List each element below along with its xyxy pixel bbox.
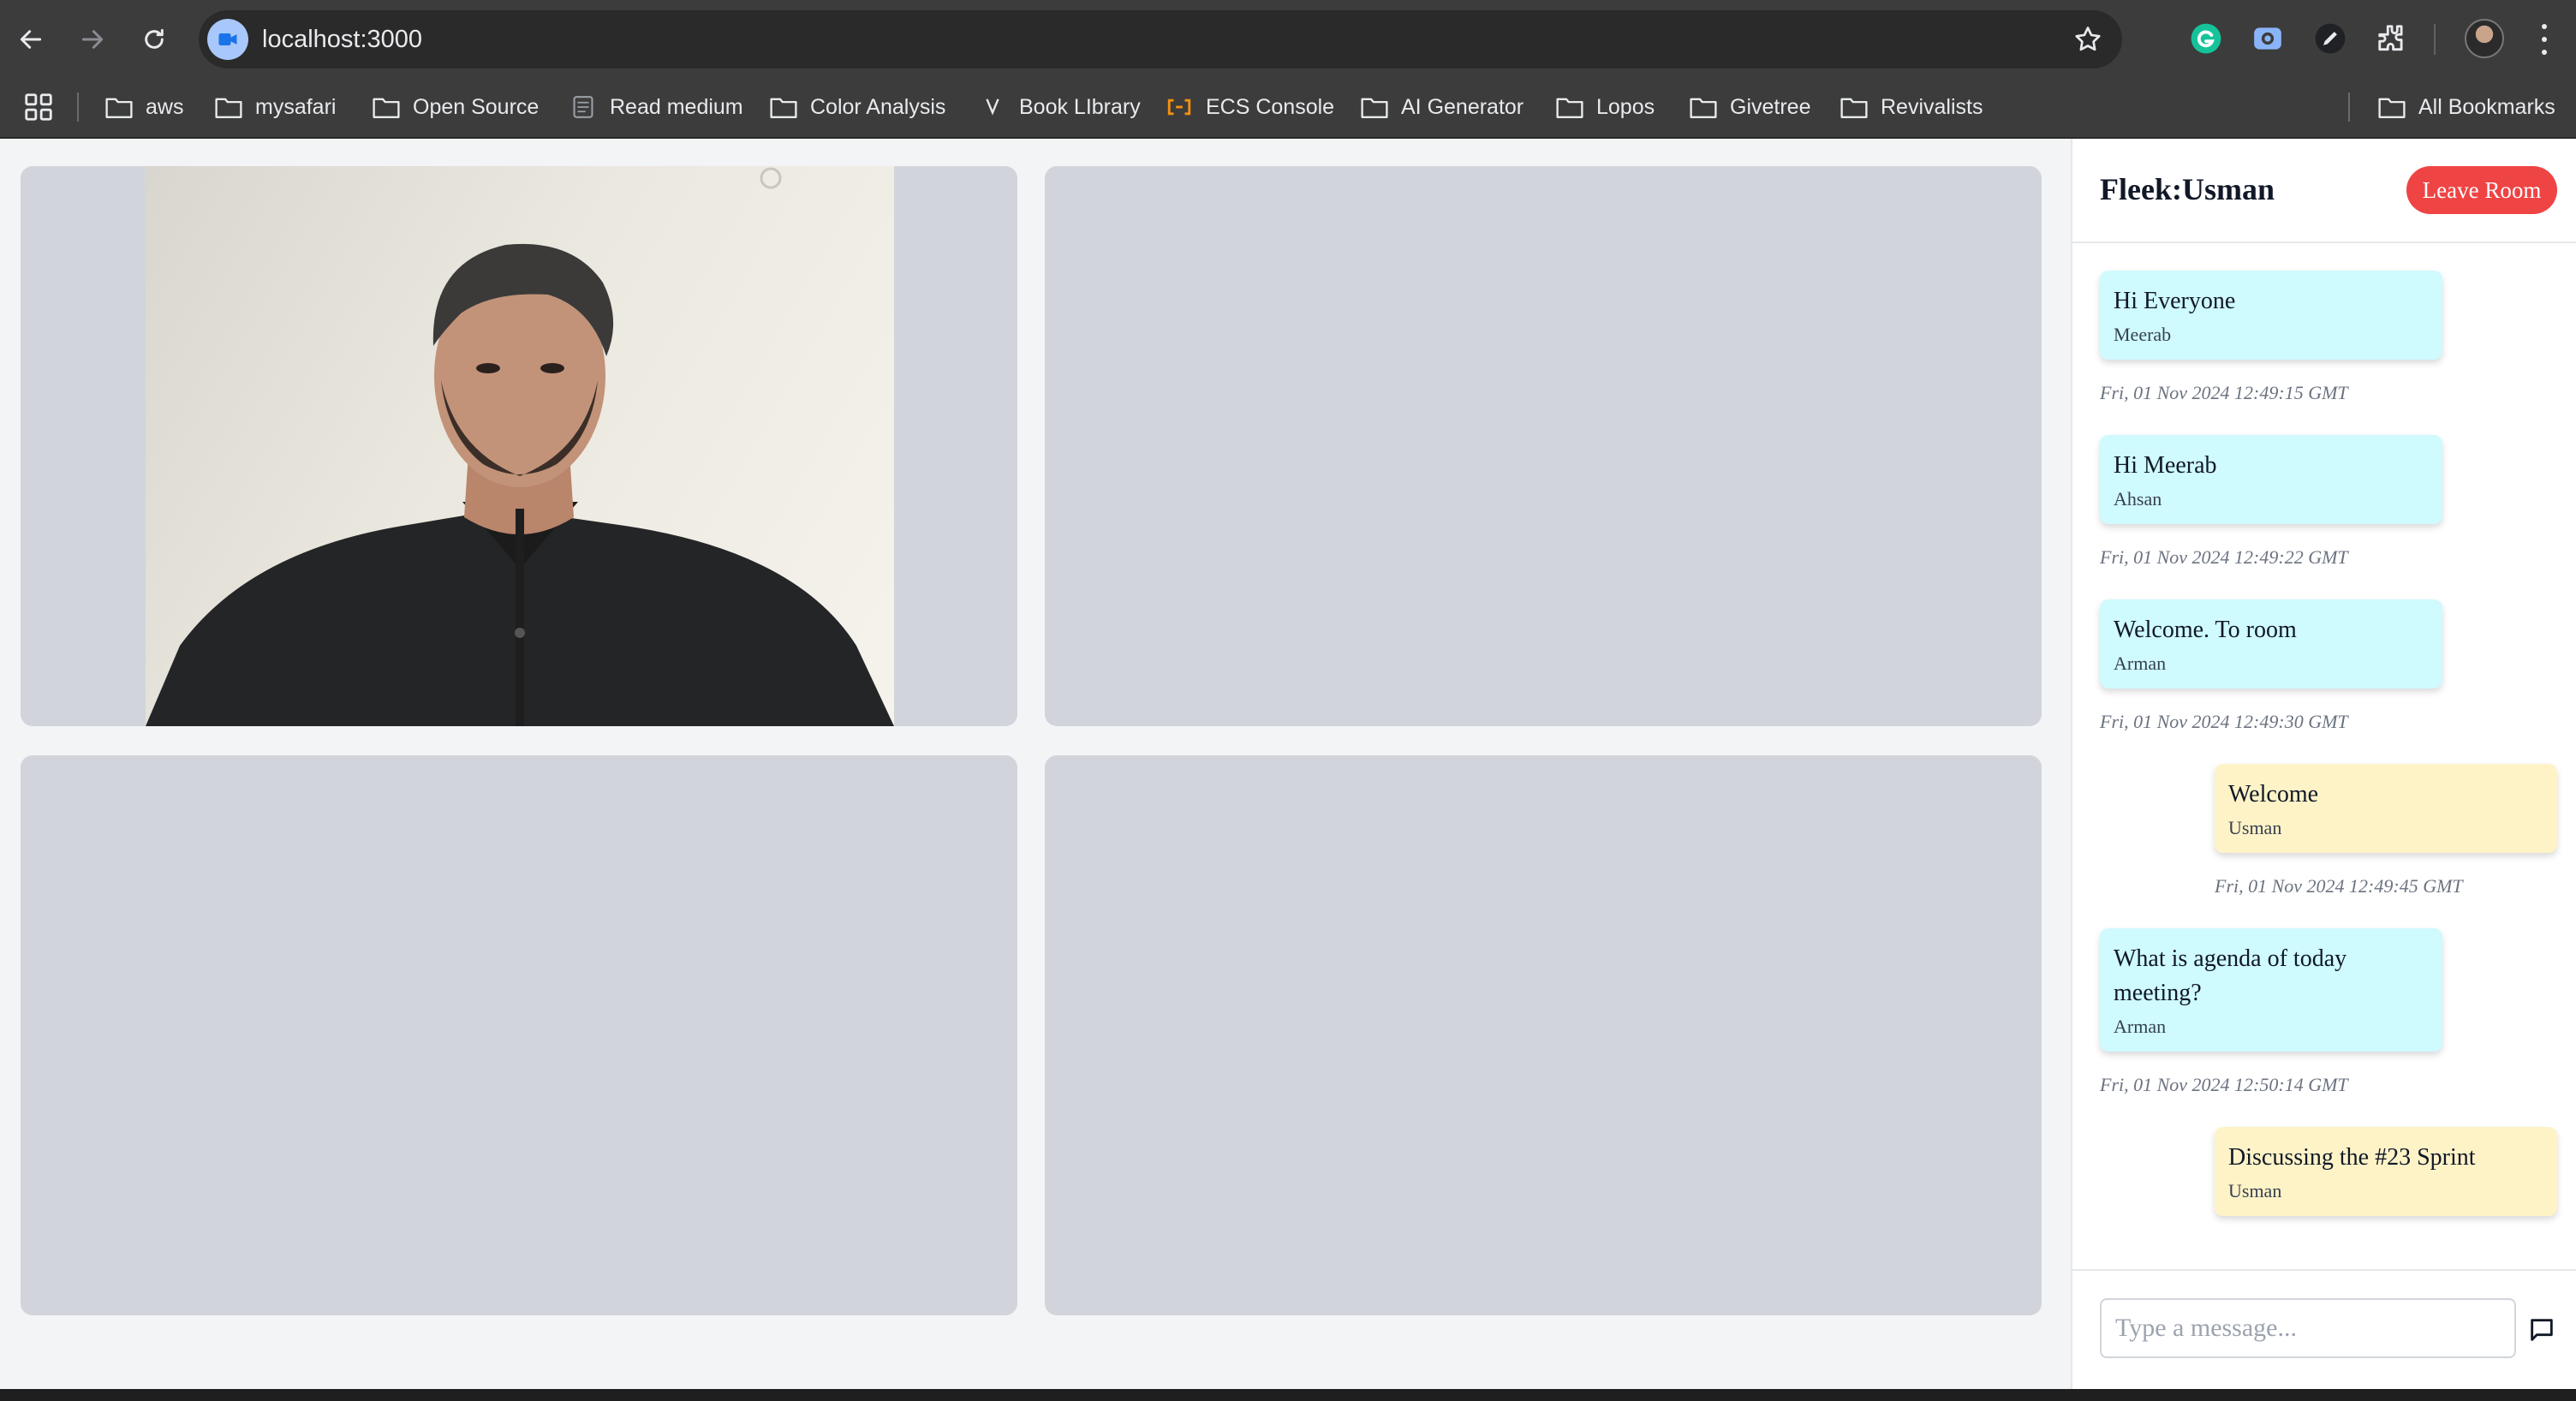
chat-message: Hi Meerab Ahsan	[2100, 435, 2442, 524]
chat-header: Fleek:Usman Leave Room	[2072, 139, 2576, 243]
folder-icon	[1840, 98, 1868, 118]
all-bookmarks[interactable]: All Bookmarks	[2377, 87, 2555, 127]
folder-icon	[373, 98, 400, 118]
chat-message: What is agenda of today meeting? Arman	[2100, 928, 2442, 1052]
folder-icon	[1361, 98, 1388, 118]
grammarly-extension-icon[interactable]	[2188, 21, 2224, 57]
arrow-right-icon	[81, 30, 104, 49]
toolbar-separator	[2434, 24, 2436, 55]
message-text: Welcome. To room	[2114, 617, 2297, 643]
message-author: Arman	[2114, 653, 2167, 674]
url-text: localhost:3000	[262, 26, 423, 53]
message-input[interactable]	[2100, 1298, 2516, 1358]
message-author: Ahsan	[2114, 488, 2162, 510]
page-icon	[573, 96, 593, 118]
send-button[interactable]	[2525, 1314, 2559, 1348]
bookmark-revivalists[interactable]: Revivalists	[1840, 87, 1983, 127]
message-author: Meerab	[2114, 324, 2172, 345]
browser-toolbar: localhost:3000	[0, 0, 2576, 79]
bookmark-open-source[interactable]: Open Source	[372, 87, 539, 127]
aws-logo-icon	[1167, 98, 1191, 116]
site-info-icon[interactable]	[207, 19, 248, 60]
back-button[interactable]	[10, 19, 51, 60]
video-tile-1	[21, 166, 1017, 726]
message-timestamp: Fri, 01 Nov 2024 12:49:30 GMT	[2100, 711, 2348, 732]
message-timestamp: Fri, 01 Nov 2024 12:50:14 GMT	[2100, 1074, 2348, 1095]
apps-grid-icon[interactable]	[22, 91, 55, 123]
bookmark-ecs-console[interactable]: ECS Console	[1165, 87, 1334, 127]
folder-icon	[215, 98, 242, 118]
folder-icon	[1690, 98, 1717, 118]
bookmark-star-icon[interactable]	[2072, 24, 2103, 55]
chat-message-self: Discussing the #23 Sprint Usman	[2215, 1127, 2557, 1216]
message-text: What is agenda of today meeting?	[2114, 945, 2347, 1006]
video-tile-2	[1045, 166, 2042, 726]
folder-icon	[770, 98, 797, 118]
video-tile-4	[1045, 755, 2042, 1315]
profile-avatar[interactable]	[2465, 19, 2504, 58]
reload-icon	[145, 28, 164, 49]
participant-figure	[146, 167, 894, 726]
message-author: Usman	[2228, 817, 2282, 838]
chat-panel: Fleek:Usman Leave Room Hi Everyone Meera…	[2071, 139, 2576, 1389]
message-text: Hi Everyone	[2114, 288, 2236, 314]
screen-recorder-extension-icon[interactable]	[2250, 21, 2286, 57]
message-timestamp: Fri, 01 Nov 2024 12:49:45 GMT	[2215, 875, 2463, 897]
v-logo-icon	[986, 98, 999, 116]
chat-message-self: Welcome Usman	[2215, 764, 2557, 853]
bookmark-read-medium[interactable]: Read medium	[569, 87, 743, 127]
forward-button[interactable]	[72, 19, 113, 60]
folder-icon	[2378, 98, 2406, 118]
participant-video	[146, 166, 894, 726]
bookmark-givetree[interactable]: Givetree	[1689, 87, 1810, 127]
arrow-left-icon	[20, 30, 42, 49]
bookmarks-separator	[2348, 92, 2350, 122]
message-timestamp: Fri, 01 Nov 2024 12:49:22 GMT	[2100, 546, 2348, 568]
bookmark-mysafari[interactable]: mysafari	[214, 87, 336, 127]
folder-icon	[105, 98, 133, 118]
message-author: Arman	[2114, 1016, 2167, 1037]
bookmarks-separator	[77, 92, 79, 122]
bookmark-book-library[interactable]: Book LIbrary	[978, 87, 1141, 127]
browser-menu-button[interactable]	[2531, 21, 2557, 58]
bookmarks-bar: aws mysafari Open Source Read medium Col…	[0, 79, 2576, 139]
message-text: Hi Meerab	[2114, 452, 2217, 479]
meeting-page: Fleek:Usman Leave Room Hi Everyone Meera…	[0, 139, 2576, 1389]
pen-extension-icon[interactable]	[2312, 21, 2348, 57]
bookmark-ai-generator[interactable]: AI Generator	[1360, 87, 1524, 127]
extensions-puzzle-icon[interactable]	[2374, 21, 2410, 57]
room-title: Fleek:Usman	[2100, 172, 2275, 206]
video-tile-3	[21, 755, 1017, 1315]
folder-icon	[1556, 98, 1583, 118]
leave-room-button[interactable]: Leave Room	[2406, 166, 2557, 214]
message-text: Welcome	[2228, 781, 2319, 808]
message-text: Discussing the #23 Sprint	[2228, 1144, 2476, 1171]
message-timestamp: Fri, 01 Nov 2024 12:49:15 GMT	[2100, 382, 2348, 403]
bookmark-aws[interactable]: aws	[104, 87, 183, 127]
dock-edge	[0, 1389, 2576, 1401]
reload-button[interactable]	[134, 19, 175, 60]
address-bar[interactable]: localhost:3000	[199, 10, 2122, 69]
chat-message: Hi Everyone Meerab	[2100, 271, 2442, 360]
chat-message: Welcome. To room Arman	[2100, 599, 2442, 689]
message-author: Usman	[2228, 1180, 2282, 1201]
chat-composer	[2072, 1269, 2576, 1389]
bookmark-lopos[interactable]: Lopos	[1555, 87, 1655, 127]
bookmark-color-analysis[interactable]: Color Analysis	[769, 87, 945, 127]
chat-bubble-icon	[2531, 1318, 2553, 1341]
